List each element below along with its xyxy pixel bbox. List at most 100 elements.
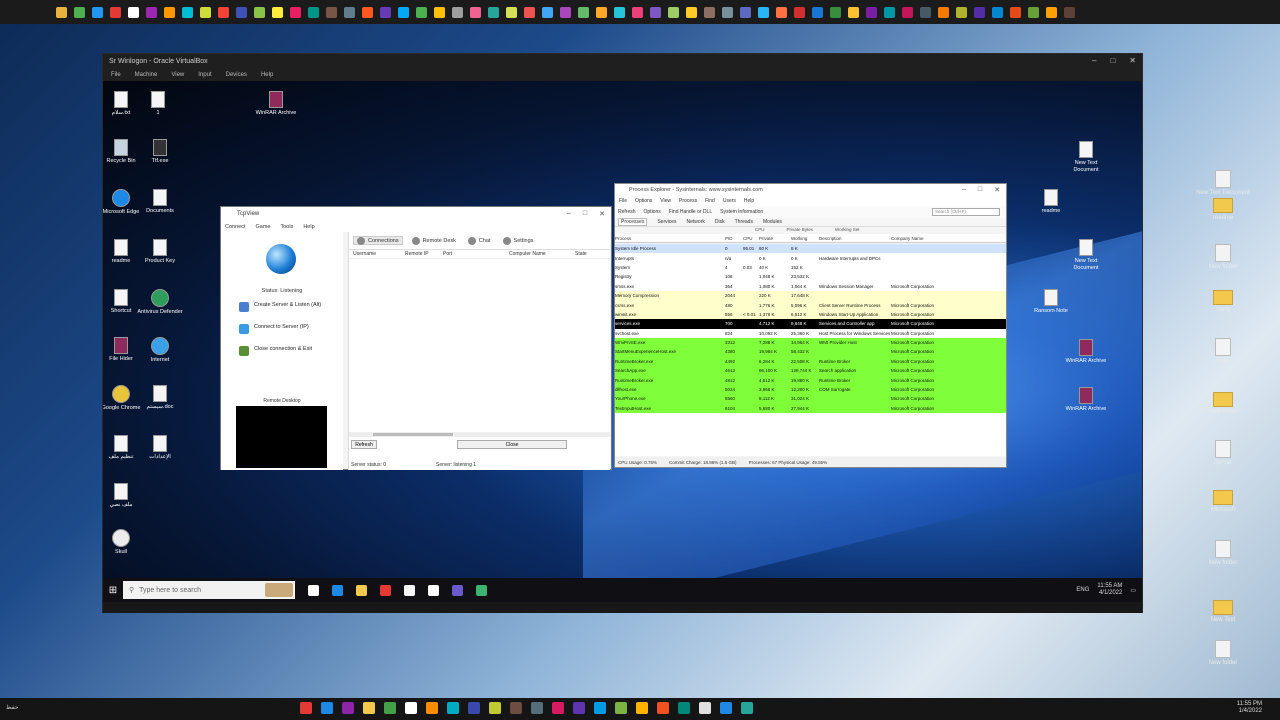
col-private[interactable]: Private [759,236,791,241]
col-state[interactable]: State [575,251,605,257]
toolbar-app-icon[interactable] [128,6,139,18]
menu-help[interactable]: Help [744,198,754,204]
vm-desktop-icon[interactable]: New Text Document [1063,239,1109,271]
tab-chat[interactable]: Chat [465,236,494,245]
process-row[interactable]: TextInputHost.exe 6104 5,680 K 27,944 K Micr… [615,403,1006,414]
toolbar-app-icon[interactable] [164,6,175,18]
taskbar-app[interactable] [373,578,397,602]
host-desktop-icon[interactable]: New folder [1206,244,1240,278]
find-handle-button[interactable]: Find Handle or DLL [669,209,712,215]
col-company[interactable]: Company Name [891,236,1001,241]
vm-desktop-icon[interactable]: سيستم.doc [137,385,183,411]
vm-desktop-icon[interactable]: Ransom Note [1028,289,1074,315]
toolbar-app-icon[interactable] [578,6,589,18]
process-row[interactable]: System 4 0.03 40 K 152 K [615,262,1006,273]
col-cpu[interactable]: CPU [743,236,759,241]
toolbar-app-icon[interactable] [614,6,625,18]
toolbar-app-icon[interactable] [974,6,985,18]
tab-network[interactable]: Network [687,219,705,225]
process-row[interactable]: Memory Compression 2044 220 K 17,648 K [615,290,1006,301]
col-remote-ip[interactable]: Remote IP [405,251,443,257]
menu-help[interactable]: Help [303,224,314,230]
taskbar-app-icon[interactable] [489,702,501,714]
toolbar-app-icon[interactable] [812,6,823,18]
toolbar-app-icon[interactable] [56,6,67,18]
process-row[interactable]: dllhost.exe 5024 3,968 K 12,200 K COM Surrog… [615,384,1006,395]
horizontal-scrollbar[interactable] [349,432,611,437]
toolbar-app-icon[interactable] [524,6,535,18]
process-row[interactable]: services.exe 700 4,712 K 9,848 K Services an… [615,319,1006,329]
process-row[interactable]: wininit.exe 556 < 0.01 1,376 K 6,512 K Window… [615,309,1006,320]
process-row[interactable]: smss.exe 364 1,080 K 1,064 K Windows Session… [615,281,1006,291]
vm-desktop-icon[interactable]: WinRAR Archive [1063,339,1109,365]
host-desktop-icon[interactable]: Server [1206,440,1240,474]
menu-game[interactable]: Game [256,224,271,230]
taskbar-app[interactable] [469,578,493,602]
taskbar-app-icon[interactable] [678,702,690,714]
vm-desktop-icon[interactable]: ملف نصي [103,483,144,509]
option-create-server[interactable]: Create Server & Listen (Alt) [239,302,321,312]
menu-options[interactable]: Options [635,198,652,204]
toolbar-app-icon[interactable] [704,6,715,18]
tab-disk[interactable]: Disk [715,219,725,225]
vm-desktop-icon[interactable]: 1 [135,91,181,117]
taskbar-app-icon[interactable] [300,702,312,714]
vm-desktop-icon[interactable]: WinRAR Archive [1063,387,1109,413]
toolbar-app-icon[interactable] [560,6,571,18]
toolbar-app-icon[interactable] [326,6,337,18]
taskbar-app-icon[interactable] [447,702,459,714]
menu-view[interactable]: View [171,72,184,78]
host-desktop-icon[interactable]: New folder [1206,540,1240,574]
toolbar-app-icon[interactable] [740,6,751,18]
host-desktop-icon[interactable]: Microsoft [1206,490,1240,524]
taskbar-app-icon[interactable] [615,702,627,714]
toolbar-app-icon[interactable] [92,6,103,18]
taskbar-app-icon[interactable] [636,702,648,714]
tray-language[interactable]: ENG [1076,587,1089,593]
menu-process[interactable]: Process [679,198,697,204]
toolbar-app-icon[interactable] [668,6,679,18]
toolbar-app-icon[interactable] [776,6,787,18]
host-desktop-icon[interactable]: New folder [1206,640,1240,674]
toolbar-app-icon[interactable] [1046,6,1057,18]
taskbar-app-icon[interactable] [720,702,732,714]
taskbar-app-icon[interactable] [699,702,711,714]
toolbar-app-icon[interactable] [272,6,283,18]
process-row[interactable]: SearchApp.exe 4612 86,100 K 128,744 K Search… [615,366,1006,376]
toolbar-app-icon[interactable] [920,6,931,18]
process-row[interactable]: System Idle Process 0 95.01 60 K 8 K [615,244,1006,254]
taskbar-app-icon[interactable] [657,702,669,714]
toolbar-app-icon[interactable] [506,6,517,18]
tab-connections[interactable]: Connections [353,236,403,245]
taskbar-app-icon[interactable] [573,702,585,714]
col-username[interactable]: Username [353,251,405,257]
toolbar-app-icon[interactable] [686,6,697,18]
menu-tools[interactable]: Tools [280,224,293,230]
taskbar-app[interactable] [301,578,325,602]
tab-remote-desk[interactable]: Remote Desk [409,236,459,245]
col-description[interactable]: Description [819,236,891,241]
vm-desktop-icon[interactable]: Product Key [137,239,183,265]
maximize-icon[interactable]: □ [978,186,982,194]
host-desktop-icon[interactable]: New Text [1206,600,1240,634]
toolbar-app-icon[interactable] [290,6,301,18]
toolbar-app-icon[interactable] [218,6,229,18]
maximize-icon[interactable]: □ [1110,56,1115,65]
toolbar-app-icon[interactable] [758,6,769,18]
system-information-button[interactable]: System Information [720,209,763,215]
tab-modules[interactable]: Modules [763,219,782,225]
tab-services[interactable]: Services [657,219,676,225]
taskbar-app-icon[interactable] [363,702,375,714]
toolbar-app-icon[interactable] [992,6,1003,18]
process-row[interactable]: RuntimeBroker.exe 4492 6,284 K 22,508 K Runt… [615,356,1006,367]
host-desktop-icon[interactable]: Task [1206,338,1240,372]
toolbar-app-icon[interactable] [470,6,481,18]
toolbar-app-icon[interactable] [452,6,463,18]
toolbar-app-icon[interactable] [236,6,247,18]
process-row[interactable]: RuntimeBroker.exe 4812 4,512 K 19,880 K Runt… [615,375,1006,385]
taskbar-app-icon[interactable] [594,702,606,714]
col-pid[interactable]: PID [725,236,743,241]
toolbar-app-icon[interactable] [830,6,841,18]
vm-desktop-icon[interactable]: New Text Document [1063,141,1109,173]
menu-help[interactable]: Help [261,72,273,78]
